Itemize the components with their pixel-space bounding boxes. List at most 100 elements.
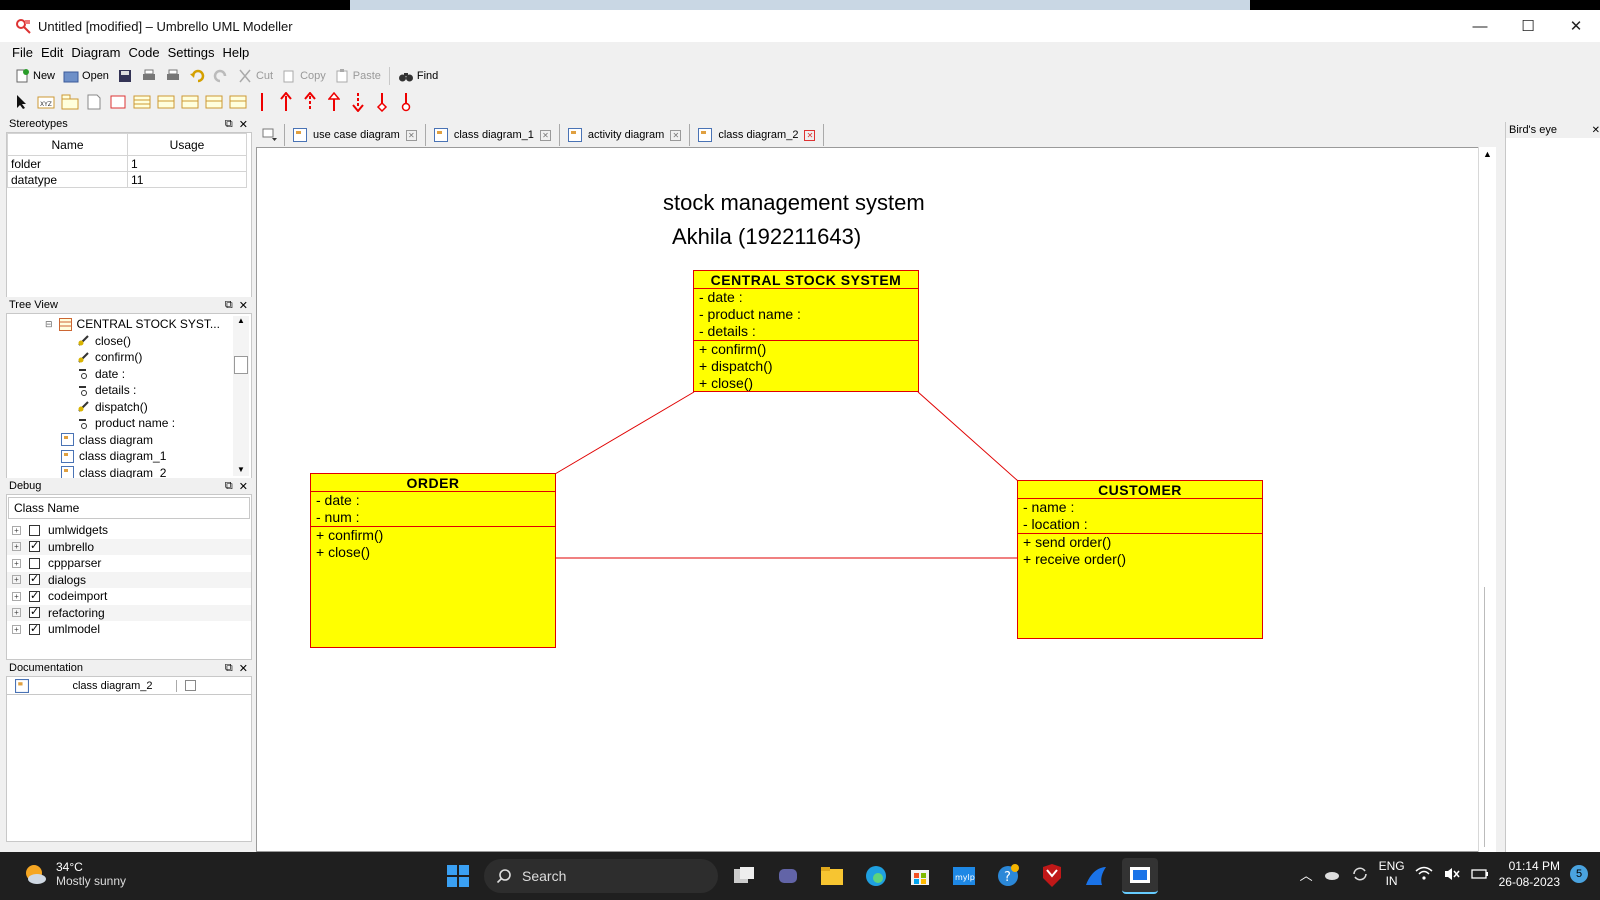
table-row[interactable]: datatype 11 xyxy=(7,171,247,188)
menu-help[interactable]: Help xyxy=(219,45,254,60)
directed-association-icon[interactable] xyxy=(348,92,368,112)
tab-activity-diagram[interactable]: activity diagram ✕ xyxy=(560,124,691,146)
canvas-vertical-scrollbar[interactable]: ▲ xyxy=(1478,147,1496,852)
select-tool-icon[interactable] xyxy=(12,92,32,112)
tab-close-icon[interactable]: ✕ xyxy=(804,129,816,141)
tree-item-class-diagram-1[interactable]: class diagram_1 xyxy=(7,448,251,465)
expand-icon[interactable]: + xyxy=(12,558,21,568)
tab-close-icon[interactable]: ✕ xyxy=(539,129,551,141)
association-central-customer[interactable] xyxy=(917,391,1019,482)
checkbox[interactable] xyxy=(29,572,40,586)
diagram-canvas[interactable]: stock management system Akhila (19221164… xyxy=(256,147,1496,852)
class-central-stock-system[interactable]: CENTRAL STOCK SYSTEM - date : - product … xyxy=(693,270,919,392)
scroll-down-icon[interactable]: ▼ xyxy=(233,465,249,474)
tree-item-operation[interactable]: close() xyxy=(7,333,251,350)
expand-icon[interactable]: + xyxy=(12,591,21,601)
object-tool-icon[interactable] xyxy=(228,92,248,112)
documentation-checkbox[interactable] xyxy=(185,680,196,691)
column-header-name[interactable]: Name xyxy=(7,133,128,156)
association-central-order[interactable] xyxy=(554,391,695,475)
checkbox[interactable] xyxy=(29,622,40,635)
wifi-icon[interactable] xyxy=(1415,866,1433,882)
debug-item-refactoring[interactable]: + refactoring xyxy=(7,604,251,621)
tree-scrollbar[interactable]: ▲ ▼ xyxy=(233,316,249,476)
language-indicator[interactable]: ENG IN xyxy=(1379,859,1405,889)
menu-edit[interactable]: Edit xyxy=(37,45,67,60)
maximize-button[interactable]: ☐ xyxy=(1504,10,1552,42)
copy-button[interactable]: Copy xyxy=(277,65,330,87)
new-tab-button[interactable] xyxy=(256,124,285,146)
column-header-usage[interactable]: Usage xyxy=(127,133,247,156)
float-icon[interactable]: ⧉ xyxy=(225,299,233,312)
checkbox[interactable] xyxy=(29,524,40,536)
tree-item-class-diagram[interactable]: class diagram xyxy=(7,432,251,449)
menu-settings[interactable]: Settings xyxy=(164,45,219,60)
speaker-muted-icon[interactable] xyxy=(1443,866,1461,882)
note-tool-icon[interactable] xyxy=(84,92,104,112)
teams-chat-icon[interactable] xyxy=(770,858,806,894)
scroll-up-icon[interactable]: ▲ xyxy=(1479,149,1496,159)
debug-item-umbrello[interactable]: + umbrello xyxy=(7,538,251,555)
help-icon[interactable]: ? xyxy=(990,858,1026,894)
tab-class-diagram-2[interactable]: class diagram_2 ✕ xyxy=(690,124,825,146)
battery-icon[interactable] xyxy=(1470,866,1489,882)
tree-item-attribute[interactable]: date : xyxy=(7,366,251,383)
save-button[interactable] xyxy=(113,65,137,87)
tab-close-icon[interactable]: ✕ xyxy=(405,129,417,141)
generalization-arrow-icon[interactable] xyxy=(276,92,296,112)
microsoft-store-icon[interactable] xyxy=(902,858,938,894)
aggregation-icon[interactable] xyxy=(372,92,392,112)
tree-item-class-diagram-2[interactable]: class diagram_2 xyxy=(7,465,251,478)
close-icon[interactable]: ✕ xyxy=(239,662,248,675)
table-row[interactable]: folder 1 xyxy=(7,155,247,172)
composition-icon[interactable] xyxy=(396,92,416,112)
diagram-subtitle[interactable]: Akhila (192211643) xyxy=(672,224,861,250)
undo-button[interactable] xyxy=(185,65,209,87)
expand-icon[interactable]: + xyxy=(12,608,21,618)
print-button[interactable] xyxy=(137,65,161,87)
umbrello-taskbar-icon[interactable] xyxy=(1122,858,1158,894)
debug-item-umlwidgets[interactable]: + umlwidgets xyxy=(7,522,251,539)
expand-icon[interactable]: + xyxy=(12,624,21,634)
checkbox[interactable] xyxy=(29,605,40,619)
tab-close-icon[interactable]: ✕ xyxy=(670,129,682,141)
edge-browser-icon[interactable] xyxy=(858,858,894,894)
datatype-tool-icon[interactable] xyxy=(156,92,176,112)
debug-item-umlmodel[interactable]: + umlmodel xyxy=(7,621,251,638)
notification-badge[interactable]: 5 xyxy=(1570,865,1588,883)
close-icon[interactable]: ✕ xyxy=(1592,125,1600,136)
class-order[interactable]: ORDER - date : - num : + confirm() + clo… xyxy=(310,473,556,648)
taskbar-search[interactable]: Search xyxy=(484,859,718,893)
float-icon[interactable]: ⧉ xyxy=(225,118,233,131)
paste-button[interactable]: Paste xyxy=(330,65,385,87)
task-view-icon[interactable] xyxy=(726,858,762,894)
mylp-app-icon[interactable]: mylp xyxy=(946,858,982,894)
checkbox[interactable] xyxy=(29,539,40,553)
open-button[interactable]: Open xyxy=(59,65,113,87)
cut-button[interactable]: Cut xyxy=(233,65,277,87)
file-explorer-icon[interactable] xyxy=(814,858,850,894)
find-button[interactable]: Find xyxy=(394,65,442,87)
tree-item-central-stock-system[interactable]: ⊟ CENTRAL STOCK SYST... xyxy=(7,316,251,333)
tree-item-operation[interactable]: confirm() xyxy=(7,349,251,366)
documentation-name-field[interactable]: class diagram_2 xyxy=(49,679,177,692)
print-preview-button[interactable] xyxy=(161,65,185,87)
chevron-up-icon[interactable]: ︿ xyxy=(1300,865,1313,884)
tree-item-attribute[interactable]: product name : xyxy=(7,415,251,432)
collapse-icon[interactable]: ⊟ xyxy=(45,319,53,330)
redo-button[interactable] xyxy=(209,65,233,87)
class-tool-icon[interactable]: XYZ xyxy=(36,92,56,112)
tree-item-operation[interactable]: dispatch() xyxy=(7,399,251,416)
column-header-class-name[interactable]: Class Name xyxy=(8,497,250,519)
cloud-icon[interactable] xyxy=(1323,866,1341,882)
menu-code[interactable]: Code xyxy=(124,45,163,60)
entity-tool-icon[interactable] xyxy=(204,92,224,112)
expand-icon[interactable]: + xyxy=(12,542,21,552)
close-icon[interactable]: ✕ xyxy=(239,118,248,131)
interface-tool-icon[interactable] xyxy=(132,92,152,112)
mcafee-icon[interactable] xyxy=(1034,858,1070,894)
package-tool-icon[interactable] xyxy=(60,92,80,112)
expand-icon[interactable]: + xyxy=(12,575,21,585)
sync-icon[interactable] xyxy=(1351,866,1369,882)
windows-start-icon[interactable] xyxy=(440,858,476,894)
